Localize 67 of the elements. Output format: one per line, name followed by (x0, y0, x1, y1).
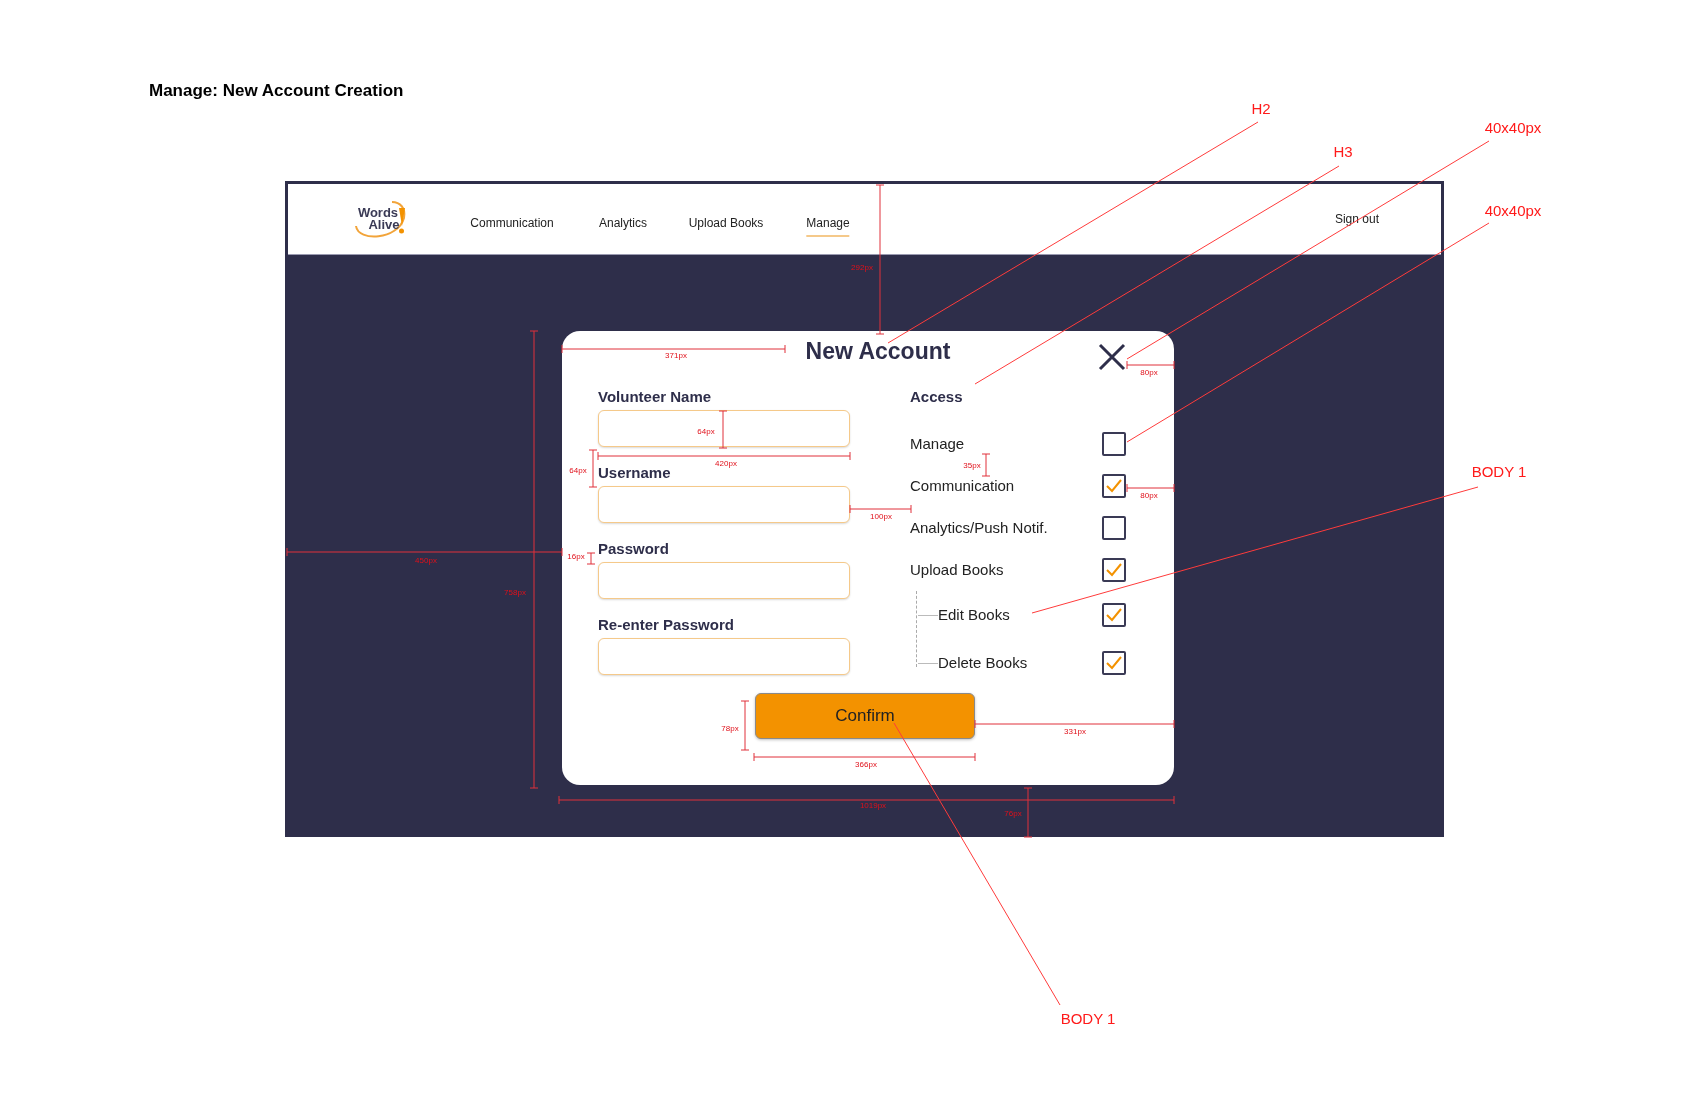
dimension-line (718, 410, 728, 449)
checkbox[interactable] (1102, 651, 1126, 675)
input-field[interactable] (598, 486, 850, 523)
callout-label: 40x40px (1484, 202, 1542, 218)
callout-label: H2 (1251, 100, 1271, 116)
dimension-label: 76px (1004, 810, 1022, 818)
callout-label: BODY 1 (1060, 1010, 1116, 1026)
dimension-line (740, 700, 750, 751)
access-label: Manage (910, 433, 965, 454)
check-icon (1106, 479, 1122, 493)
dimension-label: 1019px (859, 802, 887, 810)
dimension-line (1126, 360, 1175, 370)
nav-tab[interactable]: Analytics (599, 214, 647, 237)
nav-tab[interactable]: Manage (806, 214, 850, 237)
callout-label: BODY 1 (1471, 463, 1527, 479)
dimension-label: 64px (569, 467, 587, 475)
checkbox[interactable] (1102, 516, 1126, 540)
sign-out-link[interactable]: Sign out (1334, 210, 1379, 228)
dimension-label: 371px (665, 352, 687, 360)
dimension-label: 420px (715, 460, 737, 468)
close-icon (1098, 343, 1126, 371)
dimension-label: 292px (851, 264, 873, 272)
logo-text: Alive (367, 219, 400, 231)
dimension-label: 100px (870, 513, 892, 521)
dimension-line (849, 504, 912, 514)
check-icon (1106, 563, 1122, 577)
field-label: Re-enter Password (598, 615, 734, 634)
input-field[interactable] (598, 562, 850, 599)
field-label: Password (598, 539, 669, 558)
field-label: Username (598, 463, 671, 482)
dimension-label: 64px (697, 428, 715, 436)
dimension-label: 80px (1140, 492, 1158, 500)
confirm-button[interactable]: Confirm (755, 693, 975, 739)
page-title: Manage: New Account Creation (149, 81, 404, 100)
access-label: Communication (910, 475, 1015, 496)
dimension-label: 366px (855, 761, 877, 769)
nav-tab[interactable]: Communication (470, 214, 554, 237)
dialog-title: New Account (805, 337, 951, 364)
checkbox[interactable] (1102, 474, 1126, 498)
checkbox[interactable] (1102, 558, 1126, 582)
dimension-label: 78px (721, 725, 739, 733)
dimension-label: 16px (567, 553, 585, 561)
section-heading: Access (910, 387, 964, 406)
field-label: Volunteer Name (598, 387, 712, 406)
checkbox[interactable] (1102, 432, 1126, 456)
input-field[interactable] (598, 638, 850, 675)
callout-label: H3 (1333, 143, 1353, 159)
logo-text: Words (357, 207, 400, 219)
dimension-line (981, 453, 991, 477)
access-label: Analytics/Push Notif. (910, 517, 1048, 538)
checkbox[interactable] (1102, 603, 1126, 627)
access-label: Delete Books (938, 652, 1028, 673)
input-field[interactable] (598, 410, 850, 447)
nav-tab[interactable]: Upload Books (688, 214, 764, 237)
dimension-line (1126, 483, 1175, 493)
access-label: Edit Books (938, 604, 1010, 625)
dimension-label: 758px (504, 589, 526, 597)
dimension-label: 80px (1140, 369, 1158, 377)
access-label: Upload Books (910, 559, 1004, 580)
dimension-label: 450px (415, 557, 437, 565)
callout-label: 40x40px (1484, 119, 1542, 135)
check-icon (1106, 656, 1122, 670)
close-button[interactable] (1098, 343, 1126, 371)
check-icon (1106, 608, 1122, 622)
dimension-label: 35px (963, 462, 981, 470)
dimension-label: 331px (1064, 728, 1086, 736)
dimension-line (586, 552, 596, 565)
